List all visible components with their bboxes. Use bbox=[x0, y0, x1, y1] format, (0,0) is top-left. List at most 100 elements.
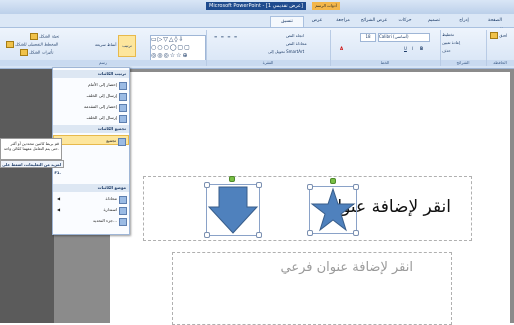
submenu-arrow-icon: ◀ bbox=[57, 207, 61, 212]
send-backward-item[interactable]: إرسال إلى الخلف bbox=[53, 113, 129, 123]
bring-front-label: إحضار إلى الأمام bbox=[88, 82, 117, 87]
align-icon bbox=[119, 196, 127, 204]
send-backward-icon bbox=[119, 115, 127, 123]
submenu-arrow-icon: ◀ bbox=[57, 196, 61, 201]
arrange-menu: ترتيب الكائنات إحضار إلى الأمام إرسال إل… bbox=[52, 67, 130, 235]
bring-to-front-item[interactable]: إحضار إلى الأمام bbox=[53, 80, 129, 90]
drawing-group: ▭▷▽△◊⇩ ○○○◯▢▢ ◎◎◎☆☆⊕ ترتيب أنماط سريعة تعب… bbox=[0, 30, 207, 66]
bold-button[interactable]: B bbox=[420, 46, 423, 51]
star-resize-handle-bl[interactable] bbox=[307, 230, 313, 236]
arrow-resize-handle-tr[interactable] bbox=[256, 182, 262, 188]
layout-button[interactable]: تخطيط bbox=[442, 32, 454, 37]
star-shape[interactable] bbox=[309, 186, 357, 234]
align-item[interactable]: ◀ محاذاة bbox=[53, 194, 129, 204]
align-label: محاذاة bbox=[105, 196, 117, 201]
send-back-label: إرسال إلى الخلف bbox=[86, 93, 117, 98]
arrow-resize-handle-bl[interactable] bbox=[204, 232, 210, 238]
paste-label: لصق bbox=[499, 32, 508, 38]
tab-home[interactable]: الصفحة الرئيسية bbox=[480, 16, 510, 33]
shape-outline-label: المخطط التفصيلي للشكل bbox=[15, 41, 59, 47]
reset-button[interactable]: إعادة تعيين bbox=[442, 40, 460, 45]
tab-view[interactable]: عرض bbox=[306, 16, 328, 26]
selection-pane-item[interactable]: جزء التحديد... bbox=[53, 216, 129, 226]
bring-forward-icon bbox=[119, 104, 127, 112]
rotate-icon bbox=[119, 207, 127, 215]
arrow-resize-handle-tl[interactable] bbox=[204, 182, 210, 188]
down-arrow-icon bbox=[207, 186, 259, 234]
star-resize-handle-br[interactable] bbox=[353, 230, 359, 236]
send-to-back-item[interactable]: إرسال إلى الخلف bbox=[53, 91, 129, 101]
paste-button[interactable]: لصق bbox=[490, 32, 507, 39]
paste-icon bbox=[490, 32, 498, 39]
quick-styles-label: أنماط سريعة bbox=[95, 42, 117, 47]
arrange-button[interactable]: ترتيب bbox=[118, 35, 136, 57]
underline-button[interactable]: U bbox=[404, 46, 407, 51]
title-bar: Microsoft PowerPoint - [عرض تقديمي 1] أد… bbox=[0, 0, 514, 14]
layout-label: تخطيط bbox=[442, 32, 454, 37]
group-item[interactable]: تجميع bbox=[53, 135, 129, 146]
slides-group-label: الشرائح bbox=[440, 60, 486, 66]
paint-bucket-icon bbox=[30, 33, 38, 40]
slides-panel bbox=[0, 69, 54, 323]
paragraph-group: اتجاه النص محاذاة النص تحويل إلى SmartAr… bbox=[206, 30, 331, 66]
shape-effects-button[interactable]: تأثيرات الشكل bbox=[20, 49, 53, 56]
subtitle-placeholder[interactable]: انقر لإضافة عنوان فرعي bbox=[172, 252, 452, 325]
star-rotate-handle[interactable] bbox=[330, 178, 336, 184]
font-size-select[interactable]: 18 bbox=[360, 33, 376, 42]
drawing-tools-badge: أدوات الرسم bbox=[312, 2, 340, 10]
rotate-label: استدارة bbox=[103, 207, 117, 212]
ribbon-tabs: الصفحة الرئيسية إدراج تصميم حركات عرض ال… bbox=[0, 14, 514, 33]
delete-button[interactable]: حذف bbox=[442, 48, 451, 53]
pen-icon bbox=[6, 41, 14, 48]
shape-outline-button[interactable]: المخطط التفصيلي للشكل bbox=[6, 41, 58, 48]
star-icon bbox=[310, 187, 356, 232]
arrow-rotate-handle[interactable] bbox=[229, 176, 235, 182]
text-direction-label: اتجاه النص bbox=[286, 33, 304, 38]
slides-group: تخطيط إعادة تعيين حذف الشرائح bbox=[440, 30, 487, 66]
subtitle-placeholder-text: انقر لإضافة عنوان فرعي bbox=[280, 260, 413, 275]
paragraph-align-buttons[interactable]: ≡ ≡ ≡ ≡ bbox=[214, 34, 238, 39]
group-icon bbox=[118, 138, 126, 146]
italic-button[interactable]: I bbox=[412, 46, 413, 51]
paragraph-group-label: الفقرة bbox=[206, 60, 330, 66]
down-arrow-shape[interactable] bbox=[206, 184, 260, 236]
font-color-button[interactable]: A bbox=[340, 46, 343, 51]
send-backward-label: إرسال إلى الخلف bbox=[86, 115, 117, 120]
star-resize-handle-tl[interactable] bbox=[307, 184, 313, 190]
position-objects-header: موضع الكائنات bbox=[53, 184, 129, 192]
align-text-label: محاذاة النص bbox=[286, 41, 307, 46]
smartart-label: تحويل إلى SmartArt bbox=[268, 49, 305, 54]
group-objects-header: تجميع الكائنات bbox=[53, 125, 129, 133]
delete-label: حذف bbox=[442, 48, 451, 53]
shapes-gallery[interactable]: ▭▷▽△◊⇩ ○○○◯▢▢ ◎◎◎☆☆⊕ bbox=[150, 35, 206, 61]
bring-forward-item[interactable]: إحضار إلى المقدمة bbox=[53, 102, 129, 112]
text-direction-button[interactable]: اتجاه النص bbox=[286, 33, 304, 38]
tab-design[interactable]: تصميم bbox=[420, 16, 448, 26]
tab-animations[interactable]: حركات bbox=[392, 16, 418, 26]
tab-review[interactable]: مراجعة bbox=[330, 16, 356, 26]
drawing-group-label: رسم bbox=[0, 60, 206, 66]
font-group: Calibri (أساسي) 18 B I U A الخط bbox=[330, 30, 441, 66]
star-resize-handle-tr[interactable] bbox=[353, 184, 359, 190]
smartart-button[interactable]: تحويل إلى SmartArt bbox=[268, 49, 304, 54]
shape-effects-label: تأثيرات الشكل bbox=[29, 49, 54, 55]
arrow-resize-handle-br[interactable] bbox=[256, 232, 262, 238]
group-tooltip: قم بربط كائنين محددين أو أكثر حتى يتم ال… bbox=[0, 138, 62, 160]
order-objects-header: ترتيب الكائنات bbox=[53, 70, 129, 78]
align-text-button[interactable]: محاذاة النص bbox=[286, 41, 307, 46]
reset-label: إعادة تعيين bbox=[442, 40, 461, 45]
clipboard-group-label: الحافظة bbox=[486, 60, 514, 66]
quick-styles-button[interactable]: أنماط سريعة bbox=[95, 35, 117, 55]
rotate-item[interactable]: ◀ استدارة bbox=[53, 205, 129, 215]
window-title: Microsoft PowerPoint - [عرض تقديمي 1] bbox=[206, 2, 306, 10]
font-name-select[interactable]: Calibri (أساسي) bbox=[378, 33, 430, 42]
shape-fill-label: تعبئة الشكل bbox=[39, 33, 60, 39]
selection-pane-icon bbox=[119, 218, 127, 226]
group-label: تجميع bbox=[106, 138, 116, 143]
shape-fill-button[interactable]: تعبئة الشكل bbox=[30, 33, 59, 40]
clipboard-group: لصق الحافظة bbox=[486, 30, 514, 66]
tab-slideshow[interactable]: عرض الشرائح bbox=[358, 16, 390, 26]
tab-format[interactable]: تنسيق bbox=[270, 16, 304, 27]
tab-insert[interactable]: إدراج bbox=[450, 16, 478, 26]
ribbon: لصق الحافظة تخطيط إعادة تعيين حذف الشرائ… bbox=[0, 28, 514, 69]
